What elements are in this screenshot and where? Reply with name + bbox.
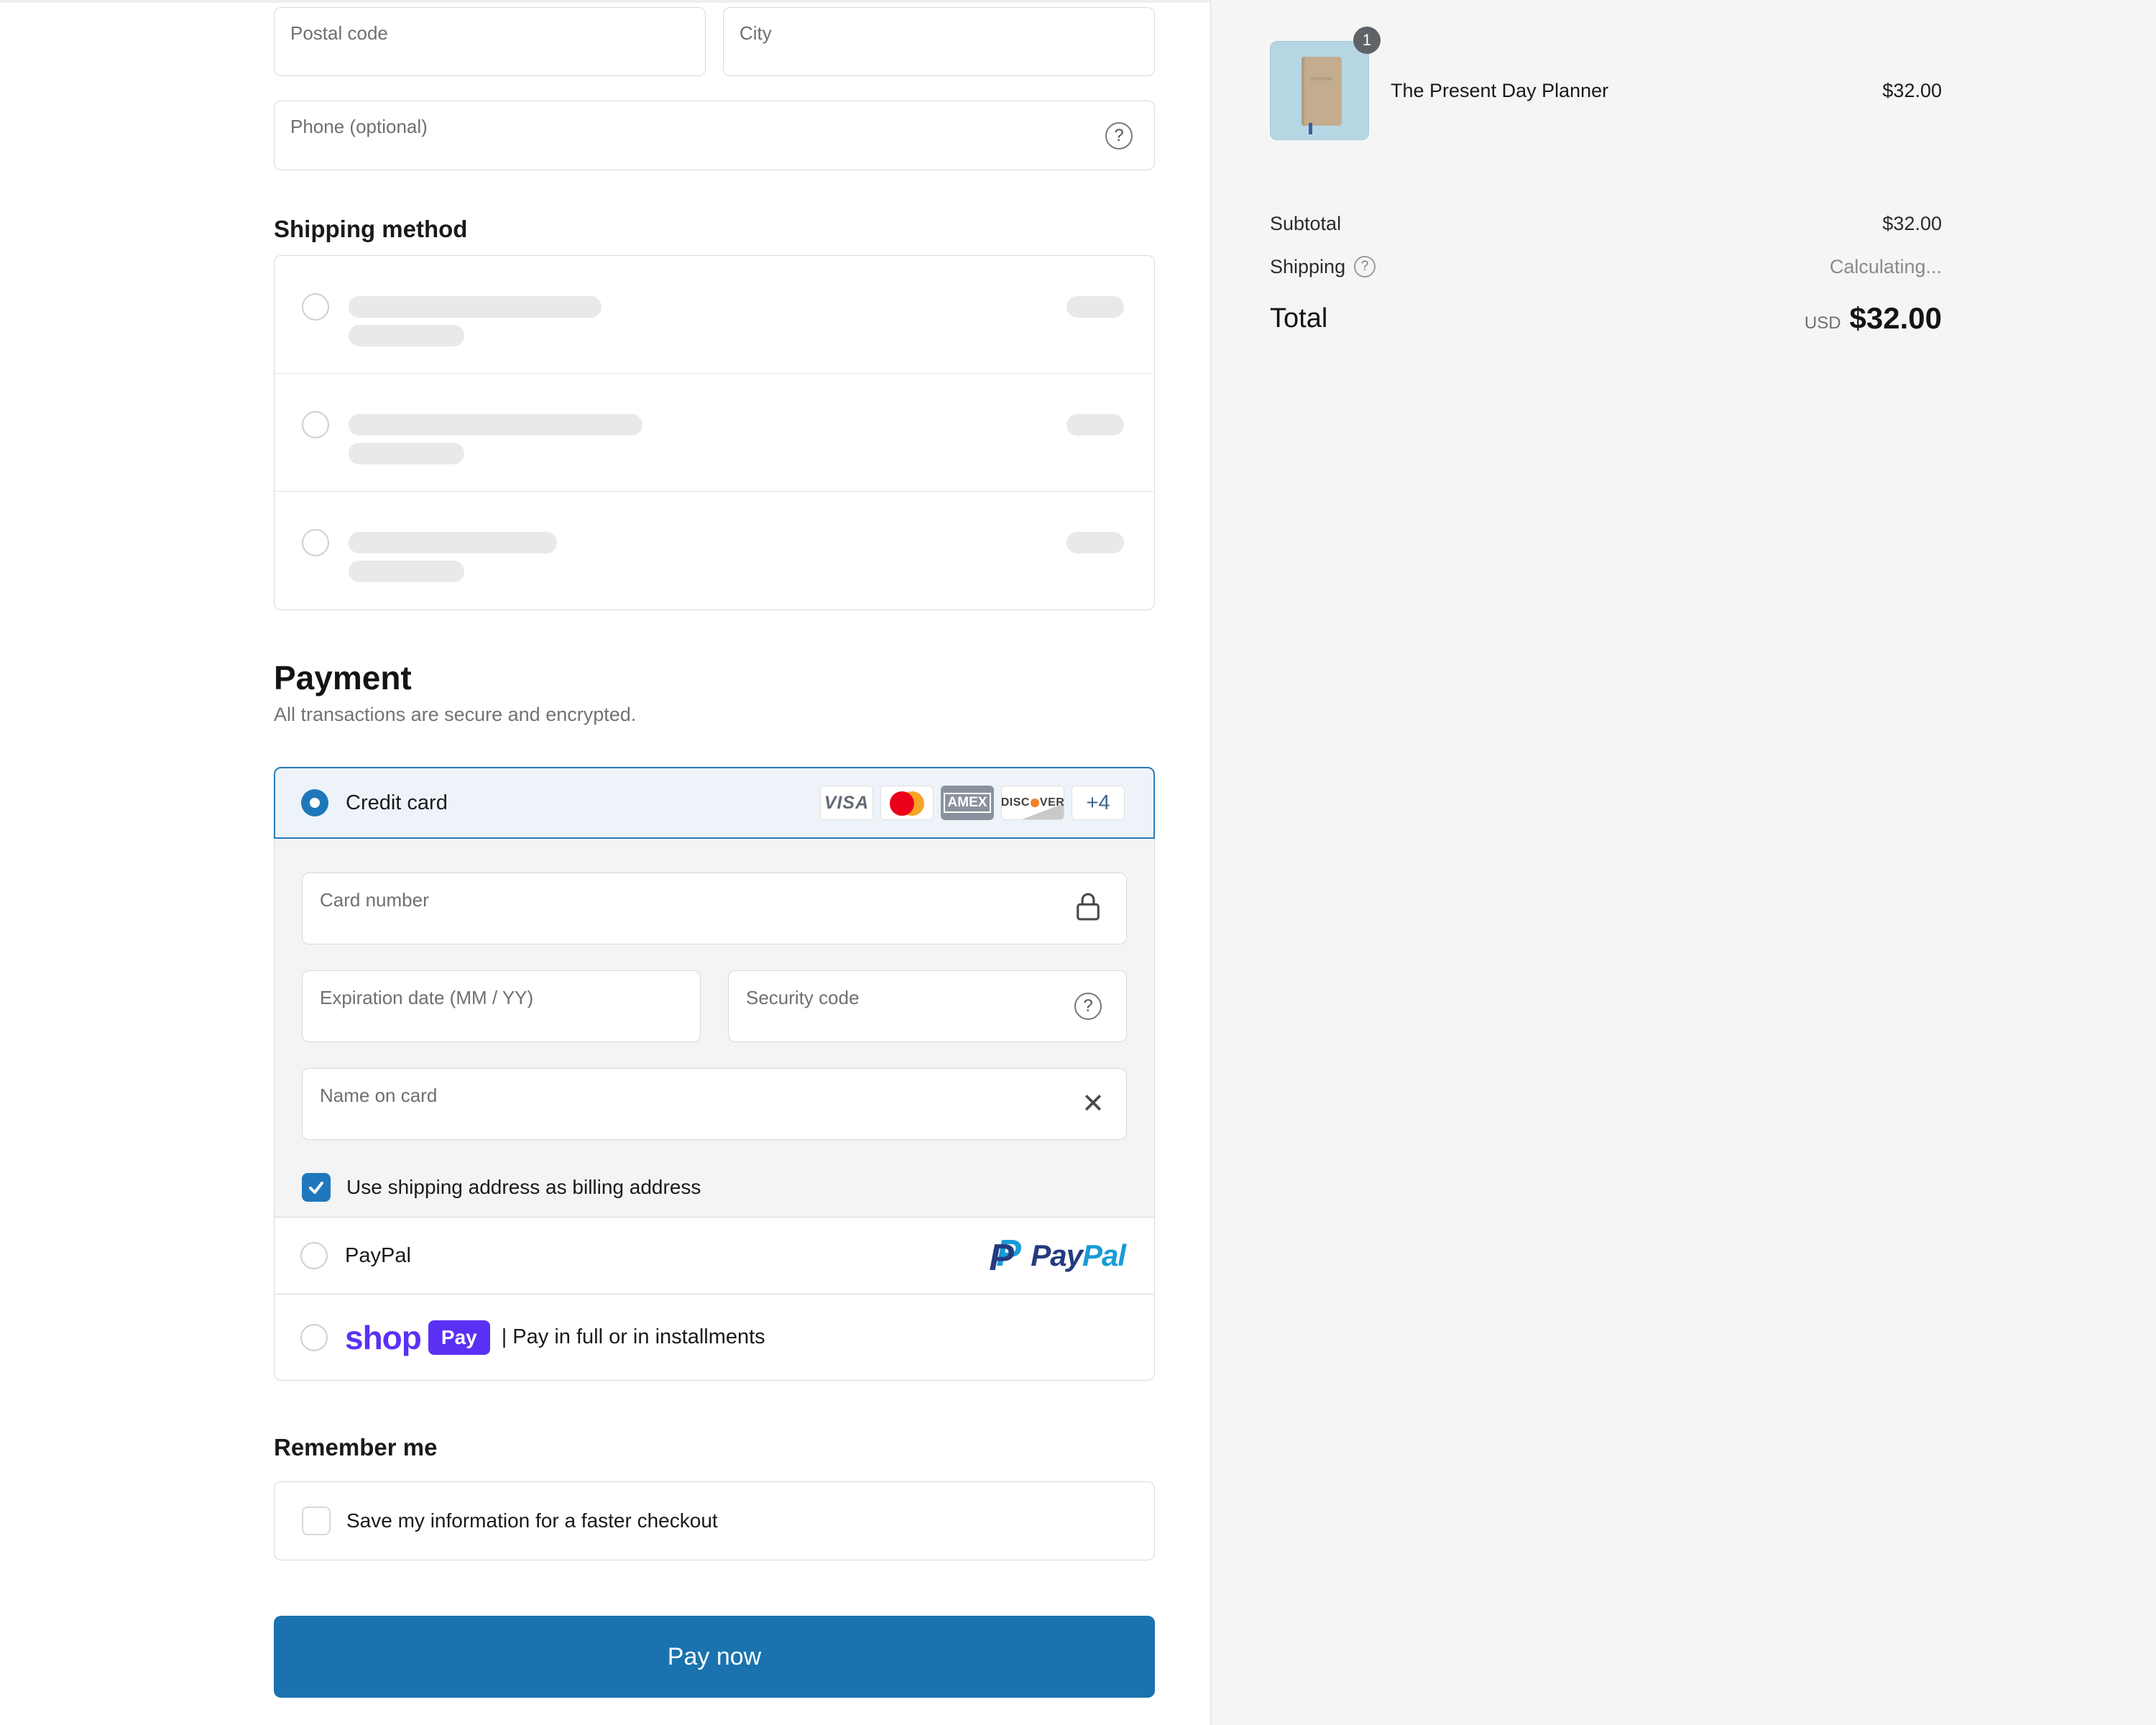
paypal-logo: PP PayPal (989, 1233, 1126, 1279)
product-price: $32.00 (1882, 79, 1942, 101)
city-field[interactable]: City (723, 7, 1155, 76)
radio-button[interactable] (302, 529, 329, 556)
payment-subtitle: All transactions are secure and encrypte… (274, 704, 637, 725)
security-code-help-icon[interactable]: ? (1074, 993, 1102, 1020)
skeleton-loader (349, 443, 464, 464)
payment-title: Payment (274, 659, 412, 696)
billing-address-option[interactable]: Use shipping address as billing address (302, 1173, 1127, 1202)
more-cards-badge: +4 (1072, 786, 1125, 820)
checkout-page: Postal code City Phone (optional) ? Ship… (0, 0, 2156, 1725)
skeleton-loader (1067, 532, 1124, 553)
radio-button[interactable] (302, 293, 329, 321)
product-row: 1 The Present Day Planner $32.00 (1270, 27, 1942, 140)
name-on-card-field[interactable]: Name on card ✕ (302, 1068, 1127, 1140)
postal-code-label: Postal code (290, 22, 388, 44)
quantity-badge: 1 (1353, 27, 1381, 54)
payment-methods: Credit card VISA AMEX DISC VER +4 Card n… (274, 767, 1155, 1381)
skeleton-loader (349, 532, 557, 553)
mastercard-icon (880, 786, 934, 820)
postal-code-field[interactable]: Postal code (274, 7, 706, 76)
accepted-cards: VISA AMEX DISC VER +4 (820, 786, 1125, 820)
total-value: $32.00 (1849, 301, 1942, 335)
currency-code: USD (1804, 313, 1841, 333)
remember-me-title: Remember me (274, 1434, 438, 1460)
skeleton-loader (1067, 296, 1124, 318)
shop-pay-description: | Pay in full or in installments (501, 1325, 765, 1348)
save-info-checkbox[interactable] (302, 1506, 331, 1535)
paypal-label: PayPal (345, 1243, 411, 1267)
name-on-card-label: Name on card (320, 1085, 438, 1106)
shipping-value: Calculating... (1829, 255, 1942, 277)
credit-card-option[interactable]: Credit card VISA AMEX DISC VER +4 (274, 767, 1155, 839)
skeleton-loader (349, 296, 602, 318)
product-thumbnail (1270, 41, 1369, 140)
shipping-row: Shipping ? Calculating... (1270, 252, 1942, 281)
shop-pay-option[interactable]: shop Pay | Pay in full or in installment… (274, 1294, 1155, 1381)
shipping-option-row[interactable] (275, 492, 1154, 610)
card-number-label: Card number (320, 889, 429, 911)
radio-button[interactable] (300, 1323, 328, 1351)
city-label: City (740, 22, 772, 44)
billing-checkbox-checked[interactable] (302, 1173, 331, 1202)
amex-icon: AMEX (941, 786, 994, 820)
security-code-label: Security code (746, 987, 860, 1008)
shipping-methods-list (274, 255, 1155, 610)
expiration-date-field[interactable]: Expiration date (MM / YY) (302, 970, 701, 1042)
shop-pay-badge: Pay (428, 1320, 490, 1355)
shipping-help-icon[interactable]: ? (1354, 256, 1376, 277)
paypal-option[interactable]: PayPal PP PayPal (274, 1218, 1155, 1294)
shipping-option-row[interactable] (275, 256, 1154, 374)
subtotal-row: Subtotal $32.00 (1270, 209, 1942, 238)
product-name: The Present Day Planner (1391, 79, 1609, 101)
subtotal-value: $32.00 (1882, 212, 1942, 234)
remember-me-box: Save my information for a faster checkou… (274, 1481, 1155, 1560)
radio-button[interactable] (300, 1242, 328, 1269)
clear-icon[interactable]: ✕ (1082, 1090, 1105, 1118)
visa-icon: VISA (820, 786, 873, 820)
total-row: Total USD $32.00 (1270, 300, 1942, 337)
skeleton-loader (349, 325, 464, 346)
save-info-label: Save my information for a faster checkou… (346, 1509, 718, 1532)
totals-section: Subtotal $32.00 Shipping ? Calculating..… (1270, 209, 1942, 337)
skeleton-loader (1067, 414, 1124, 436)
pay-now-button[interactable]: Pay now (274, 1616, 1155, 1698)
discover-icon: DISC VER (1001, 786, 1064, 820)
phone-label: Phone (optional) (290, 116, 428, 137)
phone-field[interactable]: Phone (optional) ? (274, 101, 1155, 170)
shipping-option-row[interactable] (275, 374, 1154, 492)
lock-icon (1074, 892, 1102, 926)
credit-card-label: Credit card (346, 791, 448, 814)
shop-pay-logo: shop (345, 1318, 422, 1356)
credit-card-form: Card number Expiration date (MM / YY) Se… (274, 839, 1155, 1218)
check-icon (309, 1182, 323, 1194)
checkout-form-column: Postal code City Phone (optional) ? Ship… (0, 0, 1210, 1725)
planner-image (1302, 57, 1342, 134)
save-info-option[interactable]: Save my information for a faster checkou… (275, 1482, 1154, 1560)
skeleton-loader (349, 414, 642, 436)
radio-button[interactable] (302, 411, 329, 438)
total-label: Total (1270, 303, 1328, 334)
radio-button-selected[interactable] (301, 789, 328, 816)
order-summary-column: 1 The Present Day Planner $32.00 Subtota… (1210, 0, 2156, 1725)
subtotal-label: Subtotal (1270, 212, 1342, 234)
skeleton-loader (349, 561, 464, 582)
billing-checkbox-label: Use shipping address as billing address (346, 1176, 701, 1198)
expiration-date-label: Expiration date (MM / YY) (320, 987, 534, 1008)
shipping-method-title: Shipping method (274, 216, 468, 242)
card-number-field[interactable]: Card number (302, 873, 1127, 944)
phone-help-icon[interactable]: ? (1105, 121, 1133, 150)
shipping-label: Shipping (1270, 255, 1346, 277)
security-code-field[interactable]: Security code ? (728, 970, 1127, 1042)
